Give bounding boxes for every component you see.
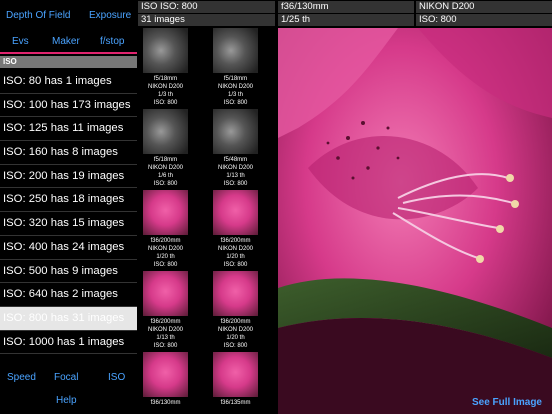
section-header: ISO — [0, 56, 137, 68]
thumbnail-caption: f36/200mm NIKON D200 1/20 th ISO: 800 — [208, 237, 263, 269]
tab-maker[interactable]: Maker — [52, 36, 80, 47]
iso-list-item[interactable]: ISO: 640 has 2 images — [0, 283, 137, 307]
iso-list-item[interactable]: ISO: 100 has 173 images — [0, 94, 137, 118]
caption-line: NIKON D200 — [217, 246, 253, 252]
caption-line: NIKON D200 — [217, 327, 253, 333]
grid-count: 31 images — [138, 14, 275, 26]
iso-list: ISO: 80 has 1 images ISO: 100 has 173 ima… — [0, 70, 137, 355]
thumbnail-caption: f5/48mm NIKON D200 1/13 th ISO: 800 — [208, 156, 263, 188]
caption-line: 1/20 th — [226, 335, 245, 341]
caption-line: ISO: 800 — [153, 343, 178, 349]
thumbnail-caption: f36/130mm — [138, 399, 193, 407]
thumbnail-image[interactable] — [213, 28, 258, 73]
speed-link[interactable]: Speed — [7, 372, 36, 383]
caption-line: f5/18mm — [223, 76, 248, 82]
caption-line: 1/6 th — [157, 173, 173, 179]
thumbnail-caption: f36/200mm NIKON D200 1/13 th ISO: 800 — [138, 318, 193, 350]
iso-list-item[interactable]: ISO: 500 has 9 images — [0, 260, 137, 284]
depth-of-field-link[interactable]: Depth Of Field — [6, 10, 70, 21]
caption-line: f36/130mm — [150, 400, 181, 406]
caption-line: f5/18mm — [153, 157, 178, 163]
thumbnail-image[interactable] — [213, 271, 258, 316]
caption-line: f36/200mm — [220, 319, 251, 325]
thumbnail-grid: f5/18mm NIKON D200 1/3 th ISO: 800 f5/18mm NI… — [138, 28, 276, 414]
thumbnail-image[interactable] — [213, 109, 258, 154]
caption-line: NIKON D200 — [217, 165, 253, 171]
full-image-preview[interactable]: See Full Image — [278, 28, 552, 414]
caption-line: ISO: 800 — [153, 100, 178, 106]
thumbnail-caption: f5/18mm NIKON D200 1/3 th ISO: 800 — [208, 75, 263, 107]
help-link[interactable]: Help — [56, 395, 77, 406]
thumbnail-image[interactable] — [143, 271, 188, 316]
caption-line: ISO: 800 — [223, 343, 248, 349]
focal-link[interactable]: Focal — [54, 372, 78, 383]
thumbnail-image[interactable] — [213, 190, 258, 235]
iso-list-item[interactable]: ISO: 80 has 1 images — [0, 70, 137, 94]
iso-list-item[interactable]: ISO: 200 has 19 images — [0, 165, 137, 189]
detail-camera: NIKON D200 — [416, 1, 552, 13]
iso-list-item[interactable]: ISO: 160 has 8 images — [0, 141, 137, 165]
thumbnail-image[interactable] — [143, 352, 188, 397]
tab-evs[interactable]: Evs — [12, 36, 29, 47]
caption-line: f36/200mm — [150, 238, 181, 244]
caption-line: ISO: 800 — [223, 181, 248, 187]
caption-line: NIKON D200 — [147, 246, 183, 252]
iso-list-item[interactable]: ISO: 320 has 15 images — [0, 212, 137, 236]
iso-list-item[interactable]: ISO: 800 has 31 images — [0, 306, 137, 331]
detail-lens: f36/130mm — [278, 1, 414, 13]
caption-line: f5/48mm — [223, 157, 248, 163]
iso-link[interactable]: ISO — [108, 372, 125, 383]
thumbnail-caption: f5/18mm NIKON D200 1/6 th ISO: 800 — [138, 156, 193, 188]
top-nav: Depth Of Field Exposure — [0, 0, 137, 32]
caption-line: NIKON D200 — [147, 165, 183, 171]
iso-list-item[interactable]: ISO: 250 has 18 images — [0, 188, 137, 213]
caption-line: f36/200mm — [220, 238, 251, 244]
caption-line: 1/3 th — [227, 92, 243, 98]
detail-shutter: 1/25 th — [278, 14, 414, 26]
iso-list-item[interactable]: ISO: 125 has 11 images — [0, 117, 137, 142]
caption-line: f36/135mm — [220, 400, 251, 406]
thumbnail-image[interactable] — [143, 190, 188, 235]
caption-line: 1/20 th — [156, 254, 175, 260]
caption-line: NIKON D200 — [147, 84, 183, 90]
caption-line: f36/200mm — [150, 319, 181, 325]
flower-photo — [278, 28, 552, 414]
see-full-image-button[interactable]: See Full Image — [472, 397, 542, 408]
tab-fstop[interactable]: f/stop — [100, 36, 124, 47]
caption-line: 1/3 th — [157, 92, 173, 98]
caption-line: f5/18mm — [153, 76, 178, 82]
caption-line: ISO: 800 — [153, 181, 178, 187]
thumbnail-caption: f5/18mm NIKON D200 1/3 th ISO: 800 — [138, 75, 193, 107]
detail-iso: ISO: 800 — [416, 14, 552, 26]
caption-line: ISO: 800 — [223, 262, 248, 268]
caption-line: NIKON D200 — [217, 84, 253, 90]
grid-title: ISO ISO: 800 — [138, 1, 275, 13]
caption-line: ISO: 800 — [223, 100, 248, 106]
filter-tabs: Evs Maker f/stop — [0, 32, 137, 54]
thumbnail-image[interactable] — [143, 28, 188, 73]
thumbnail-image[interactable] — [213, 352, 258, 397]
thumbnail-caption: f36/200mm NIKON D200 1/20 th ISO: 800 — [208, 318, 263, 350]
thumbnail-caption: f36/135mm — [208, 399, 263, 407]
exposure-link[interactable]: Exposure — [89, 10, 131, 21]
caption-line: 1/20 th — [226, 254, 245, 260]
iso-list-item[interactable]: ISO: 1000 has 1 images — [0, 331, 137, 355]
iso-list-item[interactable]: ISO: 400 has 24 images — [0, 236, 137, 260]
caption-line: ISO: 800 — [153, 262, 178, 268]
caption-line: NIKON D200 — [147, 327, 183, 333]
caption-line: 1/13 th — [156, 335, 175, 341]
thumbnail-image[interactable] — [143, 109, 188, 154]
left-panel: Depth Of Field Exposure Evs Maker f/stop… — [0, 0, 137, 414]
thumbnail-caption: f36/200mm NIKON D200 1/20 th ISO: 800 — [138, 237, 193, 269]
caption-line: 1/13 th — [226, 173, 245, 179]
